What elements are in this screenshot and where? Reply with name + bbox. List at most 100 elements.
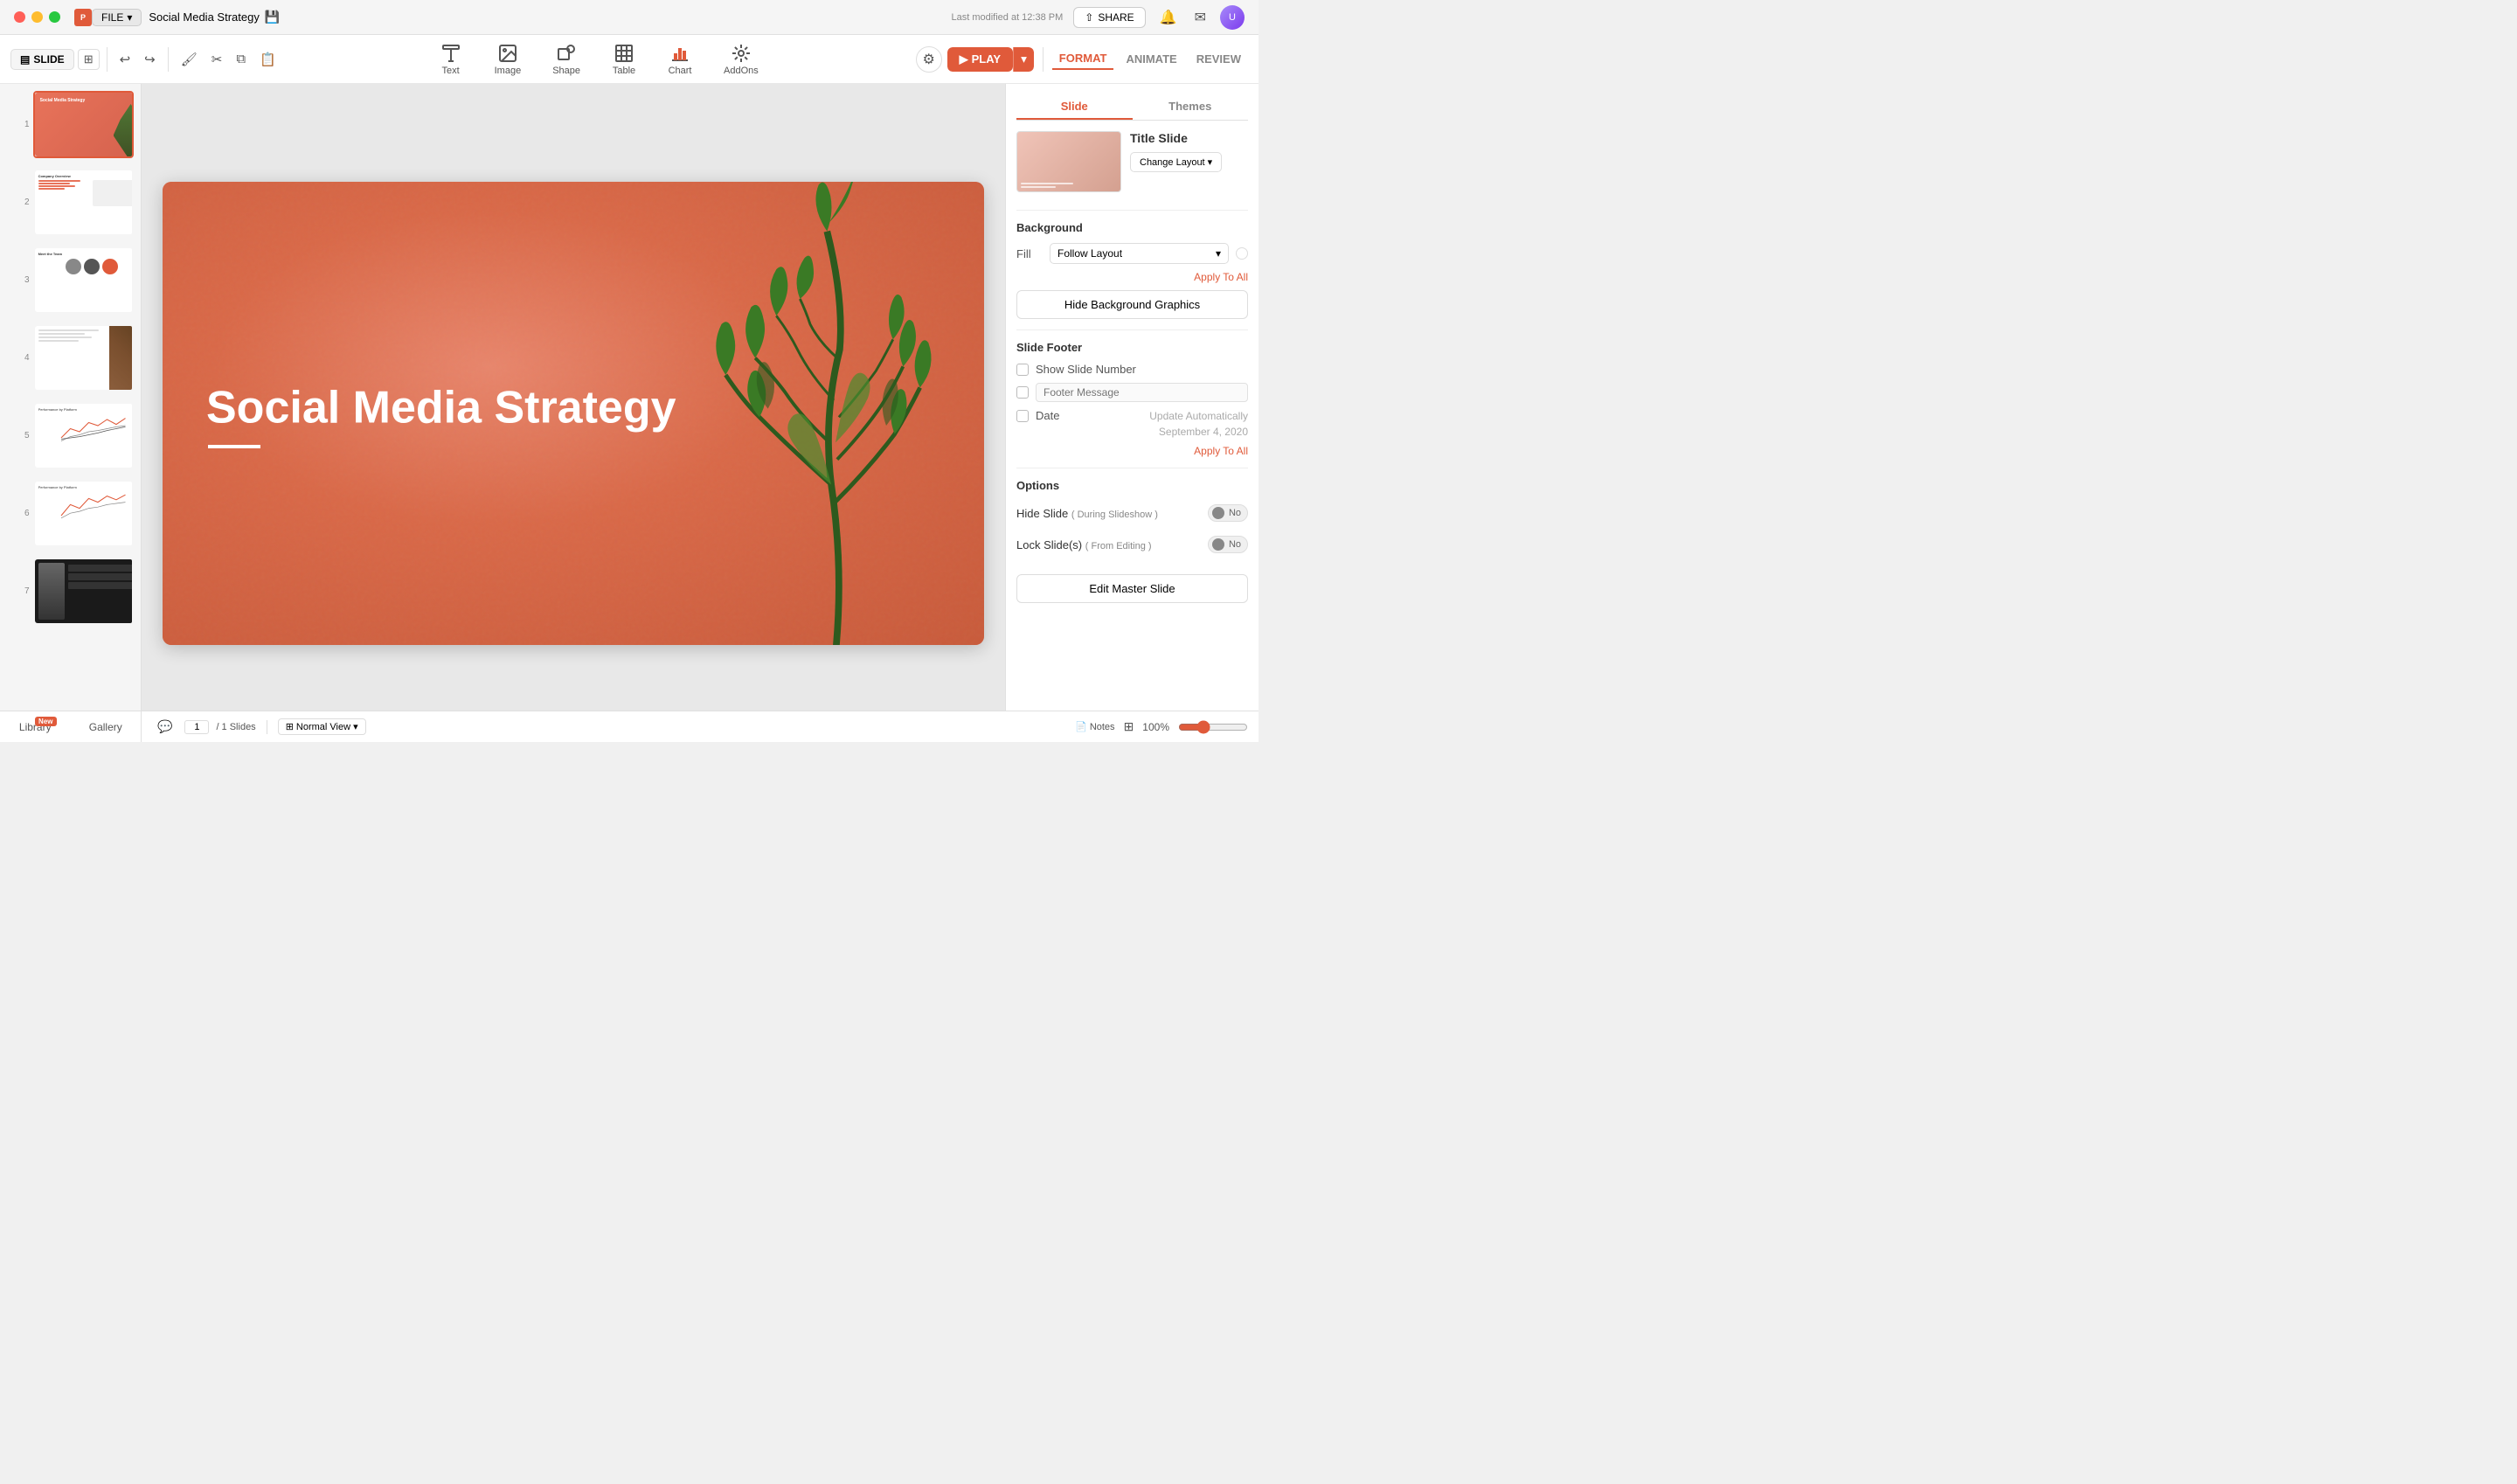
- view-icon: ⊞: [286, 721, 294, 732]
- chat-icon[interactable]: 💬: [152, 716, 177, 738]
- tab-themes[interactable]: Themes: [1133, 94, 1249, 120]
- view-toggle-button[interactable]: ⊞: [78, 49, 100, 70]
- settings-button[interactable]: ⚙: [916, 46, 942, 73]
- grid-view-icon[interactable]: ⊞: [1124, 719, 1134, 734]
- apply-all-footer[interactable]: Apply To All: [1016, 445, 1248, 457]
- bottom-bar: 💬 1 / 1 Slides ⊞ Normal View ▾ 📄 Notes ⊞…: [142, 711, 1258, 742]
- toolbar-center: Text Image Shape Tab: [426, 39, 771, 80]
- slide-thumb-4[interactable]: [33, 324, 134, 392]
- slide-number-3: 3: [24, 275, 30, 285]
- slide-number-1: 1: [24, 120, 30, 129]
- slide-thumb-3[interactable]: Meet the Team: [33, 246, 134, 314]
- slide-underline: [208, 445, 260, 448]
- close-button[interactable]: [14, 11, 25, 23]
- mail-icon[interactable]: ✉: [1191, 5, 1210, 30]
- slide-row-7: 7: [7, 558, 134, 625]
- main-area: 1 Social Media Strategy 2 Company Overvi…: [0, 84, 1258, 742]
- share-icon: ⇧: [1085, 11, 1093, 24]
- file-menu-button[interactable]: FILE ▾: [92, 9, 142, 26]
- date-value: September 4, 2020: [1016, 426, 1248, 438]
- canvas-area: Social Media Strategy: [142, 84, 1005, 742]
- avatar[interactable]: U: [1220, 5, 1245, 30]
- color-picker[interactable]: [1236, 247, 1248, 260]
- lock-slides-sub: ( From Editing ): [1085, 541, 1152, 551]
- copy-button[interactable]: ⧉: [231, 48, 251, 70]
- toolbar: ▤ SLIDE ⊞ ↩ ↪ 🖌 ✂ ⧉ 📋 Text Image: [0, 35, 1258, 84]
- layout-line-1: [1021, 183, 1073, 184]
- slide-thumb-5[interactable]: Performance by Platform: [33, 402, 134, 469]
- save-icon: 💾: [265, 10, 280, 24]
- slide-button[interactable]: ▤ SLIDE: [10, 49, 74, 70]
- slide-thumb-7[interactable]: [33, 558, 134, 625]
- format-tab[interactable]: FORMAT: [1052, 48, 1114, 70]
- addons-tool-label: AddOns: [724, 66, 759, 76]
- shape-tool-label: Shape: [552, 66, 580, 76]
- date-checkbox[interactable]: [1016, 410, 1029, 422]
- image-tool[interactable]: Image: [482, 39, 534, 80]
- slide-row-5: 5 Performance by Platform: [7, 402, 134, 469]
- paint-format-button[interactable]: 🖌: [176, 48, 203, 71]
- footer-message-checkbox[interactable]: [1016, 386, 1029, 399]
- separator: [1043, 47, 1044, 72]
- hide-background-button[interactable]: Hide Background Graphics: [1016, 290, 1248, 319]
- page-number-input[interactable]: 1: [184, 720, 209, 734]
- minimize-button[interactable]: [31, 11, 43, 23]
- slide-number-5: 5: [24, 431, 30, 440]
- notifications-icon[interactable]: 🔔: [1156, 5, 1181, 30]
- review-tab[interactable]: REVIEW: [1189, 49, 1248, 69]
- chevron-down-icon: ▾: [353, 721, 358, 732]
- divider-1: [1016, 210, 1248, 211]
- normal-view-button[interactable]: ⊞ Normal View ▾: [278, 718, 366, 735]
- footer-message-row: [1016, 383, 1248, 402]
- file-label: FILE: [101, 11, 123, 24]
- show-slide-number-checkbox[interactable]: [1016, 364, 1029, 376]
- undo-button[interactable]: ↩: [114, 48, 136, 71]
- change-layout-button[interactable]: Change Layout ▾: [1130, 152, 1222, 172]
- slides-panel: 1 Social Media Strategy 2 Company Overvi…: [0, 84, 142, 742]
- last-modified-text: Last modified at 12:38 PM: [951, 12, 1063, 23]
- slide-thumb-1[interactable]: Social Media Strategy: [33, 91, 134, 158]
- date-label: Date: [1036, 409, 1059, 422]
- toggle-knob: [1212, 507, 1224, 519]
- zoom-slider[interactable]: [1178, 720, 1248, 734]
- hide-slide-toggle[interactable]: No: [1208, 504, 1248, 522]
- paste-button[interactable]: 📋: [254, 48, 281, 71]
- traffic-lights: [14, 11, 60, 23]
- play-dropdown-button[interactable]: ▾: [1013, 47, 1034, 72]
- text-tool[interactable]: Text: [426, 39, 475, 80]
- shape-tool[interactable]: Shape: [540, 39, 593, 80]
- share-button[interactable]: ⇧ SHARE: [1073, 7, 1145, 28]
- redo-button[interactable]: ↪: [139, 48, 161, 71]
- slide-thumb-2[interactable]: Company Overview: [33, 169, 134, 236]
- show-slide-number-label: Show Slide Number: [1036, 363, 1136, 376]
- table-tool[interactable]: Table: [600, 39, 648, 80]
- titlebar: P FILE ▾ Social Media Strategy 💾 Last mo…: [0, 0, 1258, 35]
- lock-slides-toggle[interactable]: No: [1208, 536, 1248, 553]
- table-tool-label: Table: [613, 66, 635, 76]
- footer-section-title: Slide Footer: [1016, 341, 1248, 354]
- fill-dropdown[interactable]: Follow Layout ▾: [1050, 243, 1229, 264]
- hide-slide-value: No: [1226, 508, 1244, 518]
- cut-button[interactable]: ✂: [206, 48, 228, 71]
- slide-row-2: 2 Company Overview: [7, 169, 134, 236]
- addons-tool[interactable]: AddOns: [711, 39, 771, 80]
- plant-decoration: [669, 182, 984, 645]
- fill-label: Fill: [1016, 247, 1043, 260]
- bottom-right: 📄 Notes ⊞ 100%: [1075, 719, 1248, 734]
- animate-tab[interactable]: ANIMATE: [1119, 49, 1183, 69]
- footer-message-input[interactable]: [1036, 383, 1248, 402]
- update-auto-label: Update Automatically: [1066, 410, 1248, 422]
- chevron-down-icon: ▾: [127, 11, 132, 24]
- slide-thumb-6[interactable]: Performance by Platform: [33, 480, 134, 547]
- edit-master-button[interactable]: Edit Master Slide: [1016, 574, 1248, 603]
- apply-all-background[interactable]: Apply To All: [1016, 271, 1248, 283]
- slide-canvas[interactable]: Social Media Strategy: [163, 182, 984, 645]
- play-button[interactable]: ▶ PLAY: [947, 47, 1013, 72]
- maximize-button[interactable]: [49, 11, 60, 23]
- library-tab[interactable]: Library New: [0, 714, 71, 740]
- gallery-tab[interactable]: Gallery: [71, 714, 142, 740]
- chart-tool[interactable]: Chart: [655, 39, 704, 80]
- notes-button[interactable]: 📄 Notes: [1075, 721, 1114, 732]
- slide-number-2: 2: [24, 198, 30, 207]
- tab-slide[interactable]: Slide: [1016, 94, 1133, 120]
